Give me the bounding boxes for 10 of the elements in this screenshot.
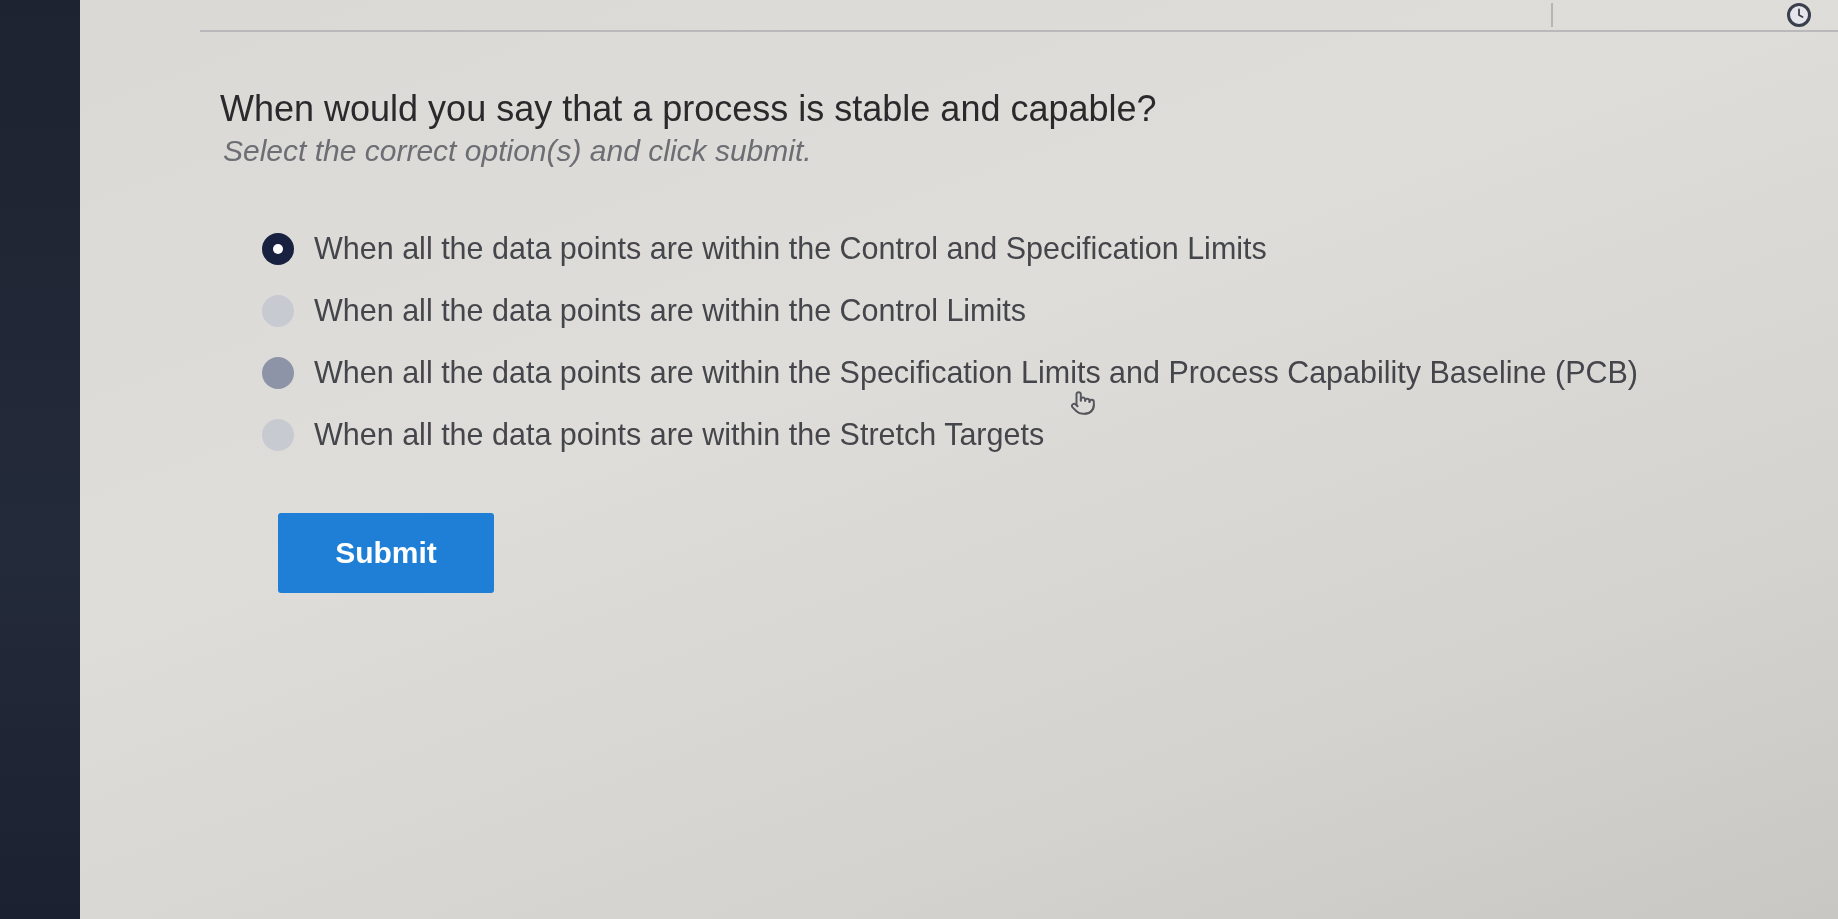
option-label[interactable]: When all the data points are within the Stretch Targets: [314, 417, 1045, 452]
radio-button[interactable]: [262, 232, 294, 265]
submit-button[interactable]: Submit: [278, 513, 494, 593]
option-label[interactable]: When all the data points are within the Control and Specification Limits: [314, 231, 1267, 266]
question-title: When would you say that a process is stable and capable?: [220, 88, 1157, 129]
clock-icon[interactable]: [1787, 3, 1811, 27]
option-label[interactable]: When all the data points are within the Specification Limits and Process Capability Baseline (PCB): [314, 355, 1639, 390]
option-label[interactable]: When all the data points are within the Control Limits: [314, 293, 1027, 328]
question-instruction: Select the correct option(s) and click submit.: [223, 133, 812, 168]
radio-button[interactable]: [262, 356, 294, 389]
